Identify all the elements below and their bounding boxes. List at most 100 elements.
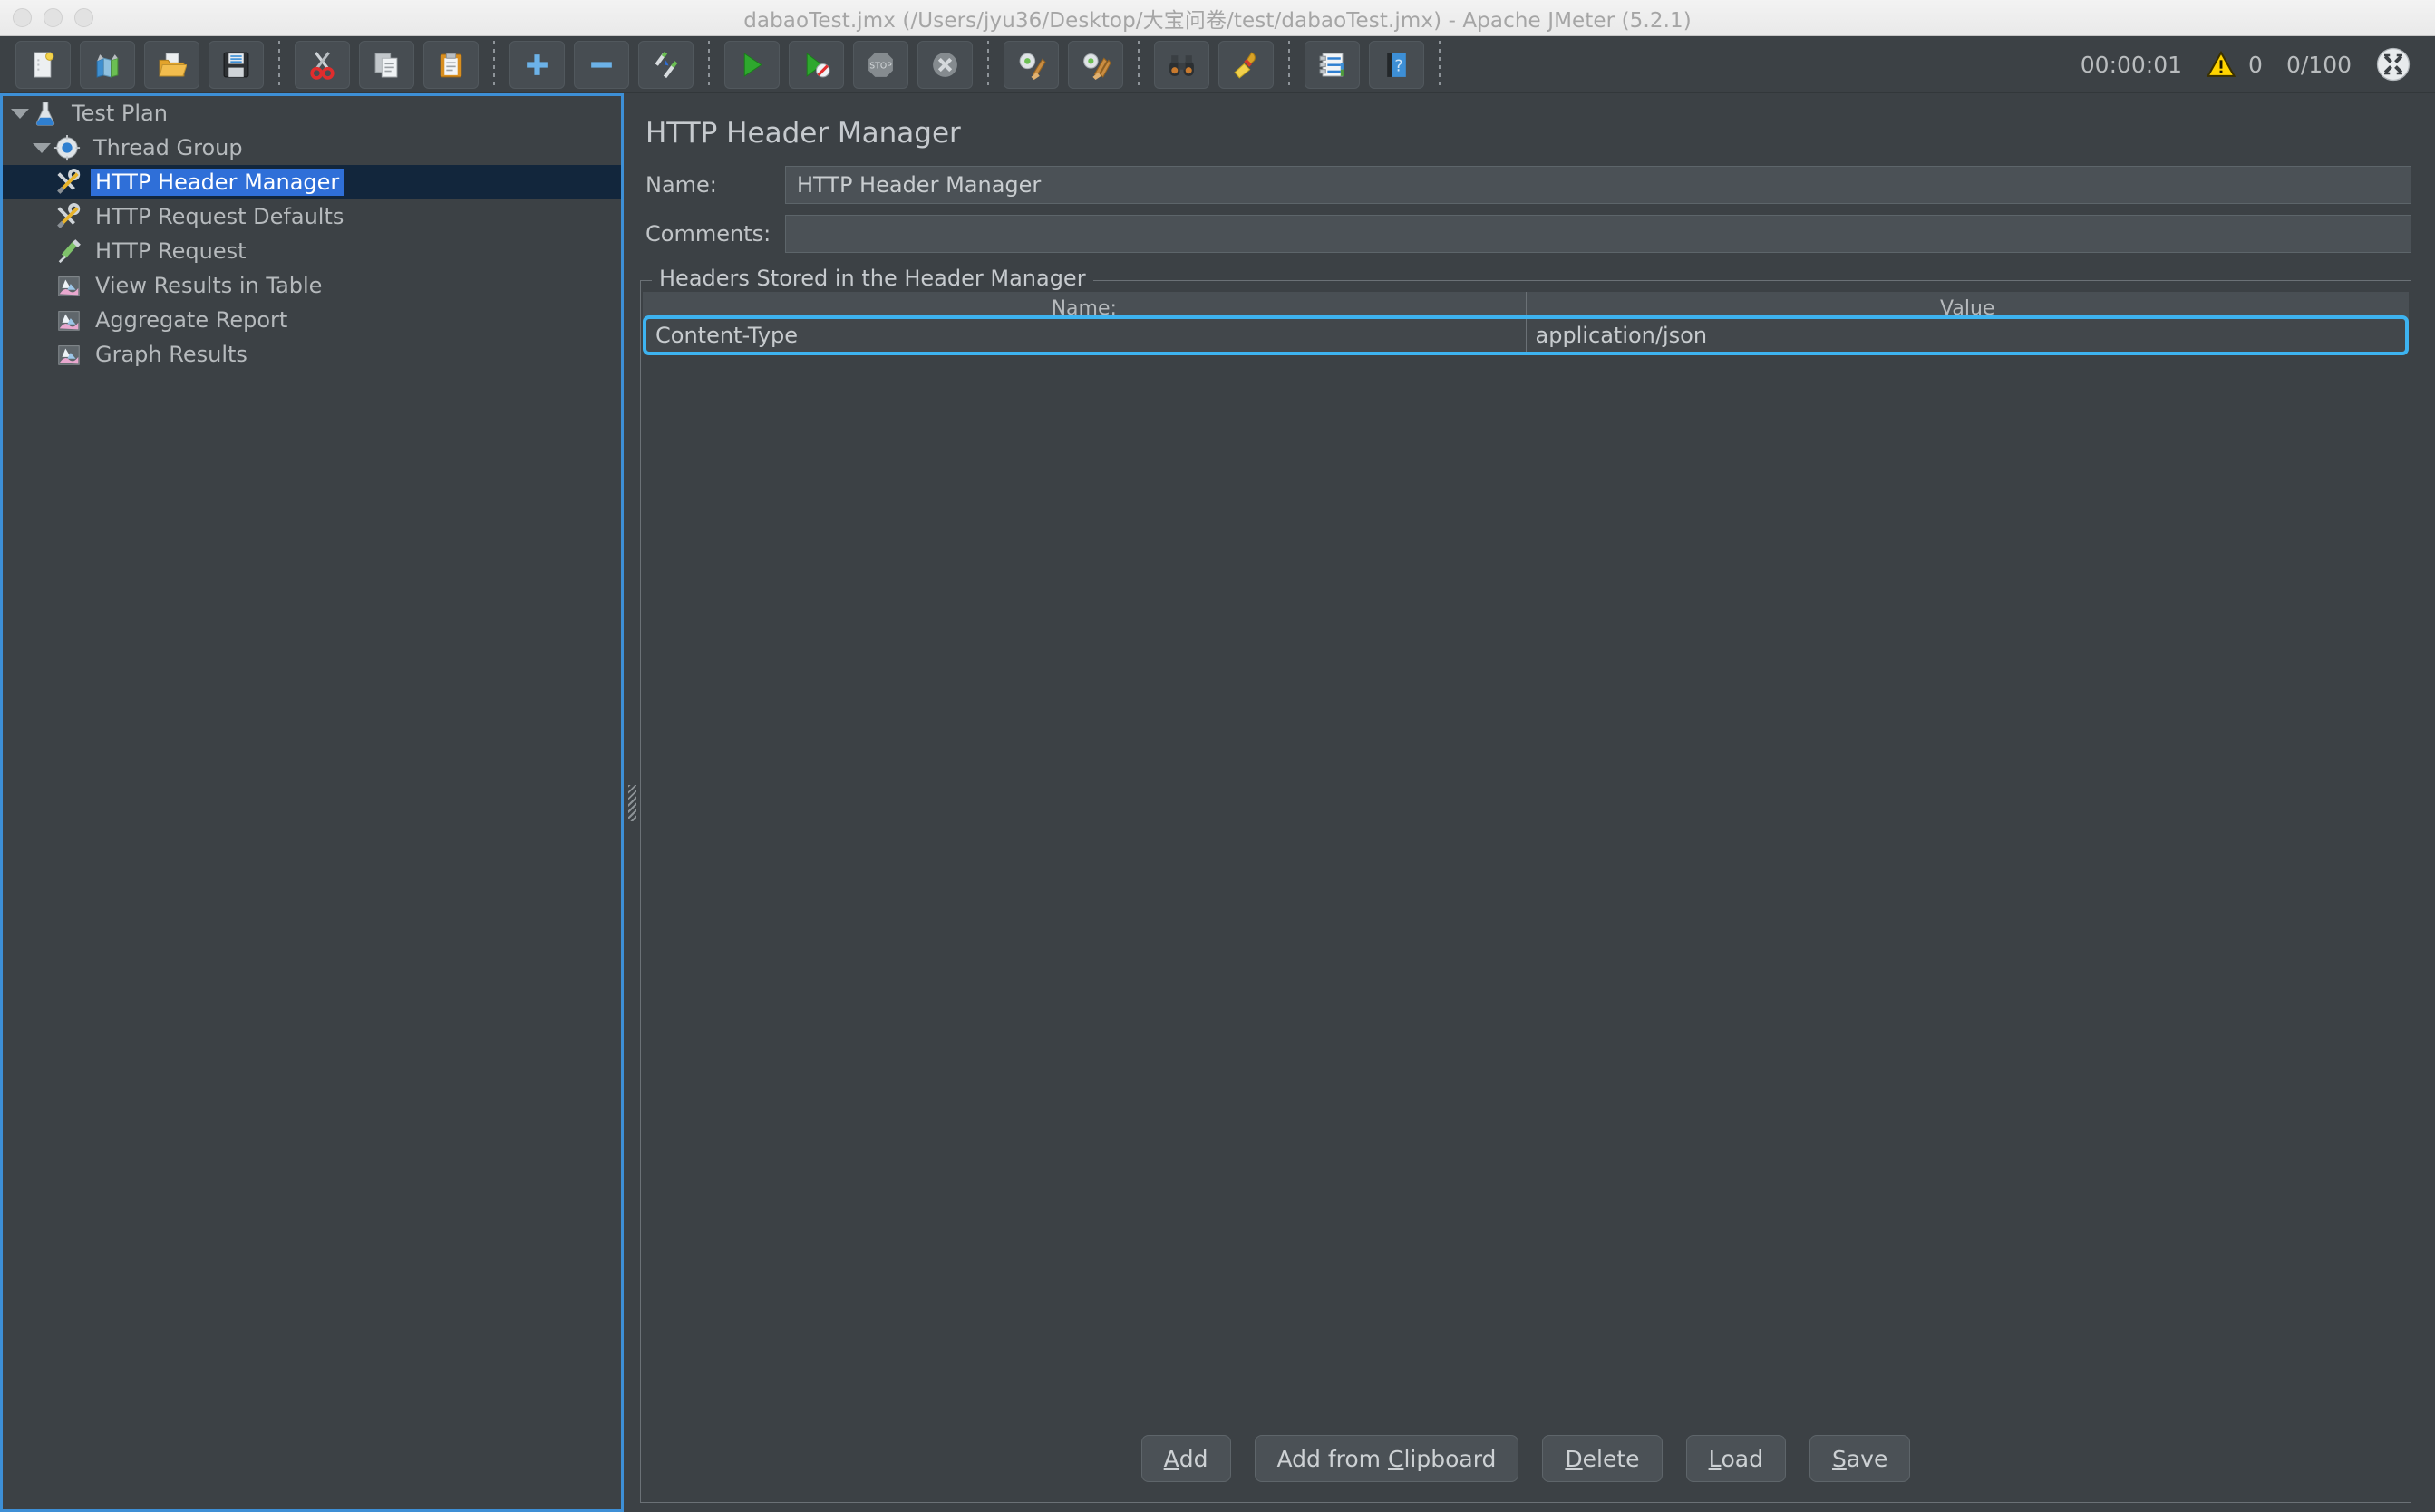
shutdown-x-icon (933, 52, 957, 77)
panel-splitter[interactable] (624, 93, 640, 1512)
scissors-icon (310, 51, 335, 80)
tree-node-label: HTTP Request (95, 238, 247, 264)
load-button[interactable]: Load (1685, 1435, 1786, 1482)
comments-input[interactable] (785, 215, 2411, 253)
comments-label: Comments: (645, 221, 771, 247)
save-headers-button[interactable]: Save (1809, 1435, 1911, 1482)
clear-all-button[interactable] (1068, 40, 1123, 89)
headers-table[interactable]: Name: Value Content-Type application/jso… (643, 292, 2409, 355)
config-tools-icon (57, 203, 81, 228)
main-content: Test Plan Thread Group HTTP Header Manag… (0, 93, 2435, 1512)
listener-chart-icon (58, 276, 80, 296)
yellow-broom-icon (1234, 51, 1256, 79)
headers-button-bar: Add Add from Clipboard Delete Load Save (641, 1420, 2411, 1502)
element-editor-panel: HTTP Header Manager Name: HTTP Header Ma… (640, 93, 2435, 1512)
save-headers-mnemonic: S (1831, 1445, 1847, 1472)
toolbar-separator (708, 41, 710, 88)
binoculars-icon (1169, 54, 1194, 76)
tree-node-http-request-defaults[interactable]: HTTP Request Defaults (3, 199, 624, 234)
tree-node-label: HTTP Header Manager (91, 169, 344, 196)
add-button[interactable]: Add (1140, 1435, 1231, 1482)
name-field-row: Name: HTTP Header Manager (640, 166, 2411, 204)
tree-node-label: View Results in Table (95, 273, 323, 298)
templates-icon (96, 53, 119, 78)
expand-toggle[interactable] (8, 96, 32, 131)
add-from-clipboard-suffix: lipboard (1403, 1445, 1497, 1472)
copy-button[interactable] (359, 40, 414, 89)
add-from-clipboard-button[interactable]: Add from Clipboard (1254, 1435, 1519, 1482)
tree-node-graph-results[interactable]: Graph Results (3, 337, 624, 372)
collapse-all-button[interactable] (574, 40, 629, 89)
toolbar-separator (1439, 41, 1441, 88)
warning-indicator[interactable]: 0 (2206, 50, 2263, 79)
green-play-icon (743, 52, 762, 77)
cell-header-name[interactable]: Content-Type (646, 319, 1527, 352)
open-button[interactable] (144, 40, 199, 89)
start-no-pauses-button[interactable] (789, 40, 844, 89)
cell-header-value[interactable]: application/json (1527, 319, 2406, 352)
delete-button-label: elete (1582, 1445, 1640, 1472)
cut-button[interactable] (295, 40, 350, 89)
save-button[interactable] (209, 40, 264, 89)
floppy-save-icon (223, 52, 249, 77)
name-input[interactable]: HTTP Header Manager (785, 166, 2411, 204)
warning-count: 0 (2248, 51, 2263, 78)
tree-node-aggregate-report[interactable]: Aggregate Report (3, 303, 624, 337)
table-empty-area (641, 355, 2411, 1420)
headers-group-panel: Headers Stored in the Header Manager Nam… (640, 266, 2411, 1503)
log-viewer-button[interactable] (1305, 40, 1360, 89)
listener-chart-icon (58, 345, 80, 365)
add-button-label: dd (1179, 1445, 1208, 1472)
maximize-button[interactable] (74, 8, 93, 27)
listener-chart-icon (58, 311, 80, 331)
svg-text:STOP: STOP (869, 61, 892, 71)
reset-search-button[interactable] (1218, 40, 1274, 89)
main-toolbar: STOP ? 00:00:01 0 0/100 (0, 36, 2435, 93)
search-button[interactable] (1154, 40, 1209, 89)
new-button[interactable] (15, 40, 71, 89)
templates-button[interactable] (80, 40, 135, 89)
thread-counter: 0/100 (2285, 51, 2352, 78)
tree-node-label: Test Plan (72, 101, 168, 126)
tree-node-http-request[interactable]: HTTP Request (3, 234, 624, 268)
comments-field-row: Comments: (640, 215, 2411, 253)
minimize-button[interactable] (44, 8, 63, 27)
tree-node-thread-group[interactable]: Thread Group (3, 131, 624, 165)
thread-group-gear-icon (53, 134, 81, 161)
open-folder-icon (159, 53, 187, 76)
blue-help-book-icon: ? (1387, 52, 1406, 77)
green-play-no-pause-icon (806, 52, 830, 77)
close-button[interactable] (13, 8, 32, 27)
stop-button[interactable]: STOP (853, 40, 908, 89)
plus-icon (527, 53, 548, 75)
paste-button[interactable] (423, 40, 479, 89)
new-document-icon (34, 52, 54, 77)
help-button[interactable]: ? (1369, 40, 1424, 89)
gear-broom-all-icon (1083, 53, 1111, 80)
stop-sign-icon: STOP (868, 52, 893, 77)
expand-toggle[interactable] (30, 131, 53, 165)
table-row[interactable]: Content-Type application/json (643, 315, 2409, 355)
log-list-icon (1319, 53, 1344, 76)
toolbar-separator (278, 41, 280, 88)
delete-button[interactable]: Delete (1542, 1435, 1663, 1482)
shutdown-button[interactable] (917, 40, 973, 89)
tree-node-view-results-in-table[interactable]: View Results in Table (3, 268, 624, 303)
config-tools-icon (57, 169, 81, 194)
window-controls[interactable] (0, 8, 93, 27)
start-button[interactable] (724, 40, 780, 89)
toggle-button[interactable] (638, 40, 694, 89)
add-button-mnemonic: A (1163, 1445, 1179, 1472)
clear-button[interactable] (1004, 40, 1059, 89)
name-label: Name: (645, 172, 717, 198)
tree-node-http-header-manager[interactable]: HTTP Header Manager (3, 165, 624, 199)
test-plan-tree[interactable]: Test Plan Thread Group HTTP Header Manag… (0, 93, 624, 1512)
clipboard-paste-icon (440, 53, 462, 77)
splitter-grip[interactable] (627, 784, 636, 821)
tree-node-test-plan[interactable]: Test Plan (3, 96, 624, 131)
toggle-pencils-icon (655, 51, 678, 78)
expand-all-button[interactable] (509, 40, 565, 89)
gear-broom-icon (1019, 53, 1046, 80)
remote-engines-icon[interactable] (2375, 46, 2411, 82)
test-plan-flask-icon (35, 102, 55, 126)
